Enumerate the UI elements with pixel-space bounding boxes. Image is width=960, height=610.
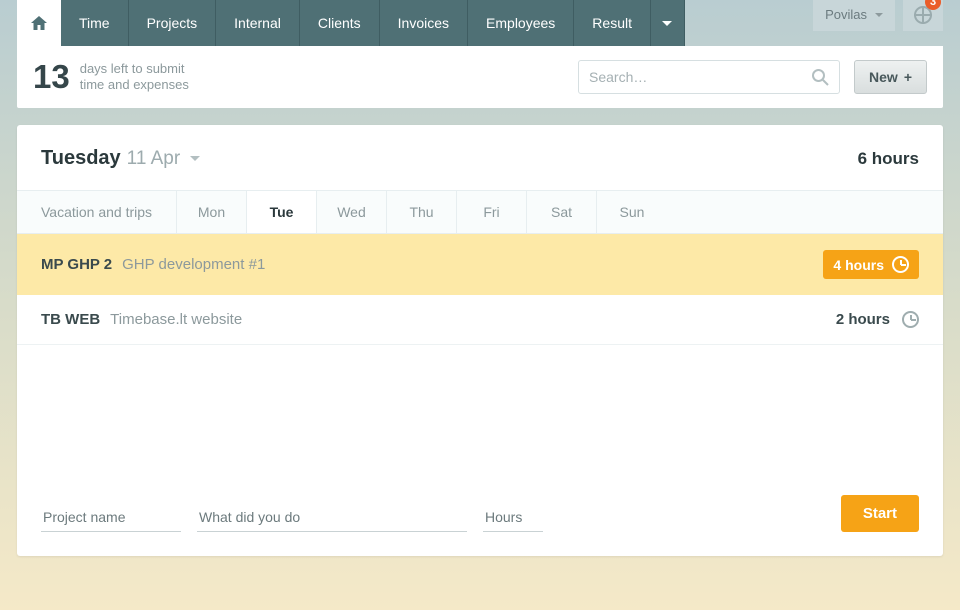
entry-hours: 2 hours: [836, 311, 890, 328]
new-button[interactable]: New +: [854, 60, 927, 94]
tab-result[interactable]: Result: [574, 0, 651, 46]
chevron-down-icon: [662, 21, 672, 26]
project-input[interactable]: [41, 503, 181, 532]
day-thu[interactable]: Thu: [387, 191, 457, 233]
time-entry[interactable]: TB WEB Timebase.lt website 2 hours: [17, 295, 943, 345]
search-input[interactable]: [589, 69, 811, 85]
entry-desc: GHP development #1: [122, 256, 265, 273]
plus-icon: +: [904, 69, 912, 85]
notification-badge: 3: [925, 0, 941, 10]
tab-internal[interactable]: Internal: [216, 0, 300, 46]
day-wed[interactable]: Wed: [317, 191, 387, 233]
tab-employees[interactable]: Employees: [468, 0, 574, 46]
entry-code: MP GHP 2: [41, 256, 112, 273]
search-icon: [811, 68, 829, 86]
day-fri[interactable]: Fri: [457, 191, 527, 233]
new-entry-form: Start: [17, 495, 943, 556]
day-total: 6 hours: [858, 149, 919, 169]
description-input[interactable]: [197, 503, 467, 532]
entry-desc: Timebase.lt website: [110, 311, 242, 328]
week-bar: Vacation and trips Mon Tue Wed Thu Fri S…: [17, 190, 943, 234]
vacation-tab[interactable]: Vacation and trips: [17, 191, 177, 233]
user-menu[interactable]: Povilas: [813, 0, 895, 31]
day-date: 11 Apr: [127, 148, 181, 170]
home-icon: [31, 16, 47, 30]
time-panel: Tuesday 11 Apr 6 hours Vacation and trip…: [17, 125, 943, 556]
day-title: Tuesday: [41, 147, 121, 170]
hours-pill[interactable]: 4 hours: [823, 250, 919, 279]
chevron-down-icon: [875, 13, 883, 17]
day-sun[interactable]: Sun: [597, 191, 667, 233]
search-box[interactable]: [578, 60, 840, 94]
date-picker-toggle[interactable]: [190, 156, 200, 161]
tab-projects[interactable]: Projects: [129, 0, 217, 46]
day-mon[interactable]: Mon: [177, 191, 247, 233]
entry-code: TB WEB: [41, 311, 100, 328]
tab-more[interactable]: [651, 0, 685, 46]
user-name: Povilas: [825, 7, 867, 22]
start-button[interactable]: Start: [841, 495, 919, 532]
day-tue[interactable]: Tue: [247, 191, 317, 233]
deadline-count: 13: [33, 58, 70, 96]
time-entry[interactable]: MP GHP 2 GHP development #1 4 hours: [17, 234, 943, 295]
tab-clients[interactable]: Clients: [300, 0, 380, 46]
deadline-text: days left to submit time and expenses: [80, 61, 189, 94]
hours-input[interactable]: [483, 503, 543, 532]
tab-invoices[interactable]: Invoices: [380, 0, 468, 46]
main-nav: Time Projects Internal Clients Invoices …: [17, 0, 685, 46]
day-sat[interactable]: Sat: [527, 191, 597, 233]
notifications-button[interactable]: 3: [903, 0, 943, 31]
clock-icon: [892, 256, 909, 273]
tab-home[interactable]: [17, 0, 61, 46]
clock-icon[interactable]: [902, 311, 919, 328]
tab-time[interactable]: Time: [61, 0, 129, 46]
